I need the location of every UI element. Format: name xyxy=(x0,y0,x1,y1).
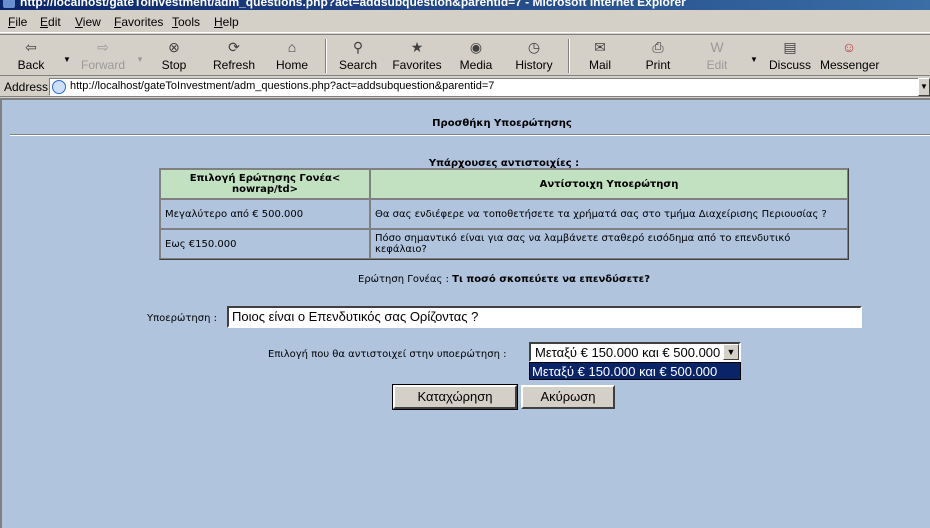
forward-arrow-icon: ⇨ xyxy=(97,39,109,55)
menu-favorites[interactable]: Favorites xyxy=(114,15,163,29)
option-selected-value: Μεταξύ € 150.000 και € 500.000 xyxy=(535,345,721,360)
mail-button[interactable]: ✉ Mail xyxy=(580,37,620,75)
discuss-icon: ▤ xyxy=(783,39,797,55)
edit-button[interactable]: W Edit xyxy=(698,37,736,75)
parent-question-text: Τι ποσό σκοπεύετε να επενδύσετε? xyxy=(452,274,650,285)
back-dropdown-icon[interactable]: ▼ xyxy=(63,55,71,64)
page-icon xyxy=(52,80,66,94)
favorites-icon: ★ xyxy=(410,39,424,55)
page-content: Προσθήκη Υποερώτησης Υπάρχουσες αντιστοι… xyxy=(0,98,930,528)
subquestion-label: Υποερώτηση : xyxy=(147,313,217,324)
ie-icon xyxy=(3,0,15,8)
edit-dropdown-icon[interactable]: ▼ xyxy=(750,55,758,64)
stop-button[interactable]: ⊗ Stop xyxy=(152,37,196,75)
mail-icon: ✉ xyxy=(594,39,606,55)
printer-icon: ⎙ xyxy=(652,39,664,55)
column-header-parent-choice: Επιλογή Ερώτησης Γονέα< nowrap/td> xyxy=(160,169,370,199)
table-header-row: Επιλογή Ερώτησης Γονέα< nowrap/td> Αντίσ… xyxy=(160,169,848,199)
menu-help[interactable]: Help xyxy=(214,15,239,29)
toolbar-separator xyxy=(568,39,570,73)
media-icon: ◉ xyxy=(469,39,483,55)
table-cell: Πόσο σημαντικό είναι για σας να λαμβάνετ… xyxy=(370,229,848,259)
column-header-subquestion: Αντίστοιχη Υποερώτηση xyxy=(370,169,848,199)
refresh-button[interactable]: ⟳ Refresh xyxy=(210,37,258,75)
mappings-table: Επιλογή Ερώτησης Γονέα< nowrap/td> Αντίσ… xyxy=(159,168,849,260)
menu-tools[interactable]: Tools xyxy=(172,15,200,29)
standard-toolbar: ⇦ Back ▼ ⇨ Forward ▼ ⊗ Stop ⟳ Refresh ⌂ … xyxy=(0,34,930,76)
home-button[interactable]: ⌂ Home xyxy=(272,37,312,75)
messenger-icon: ☺ xyxy=(841,39,857,55)
page-title: Προσθήκη Υποερώτησης xyxy=(432,118,572,129)
table-cell: Εως €150.000 xyxy=(160,229,370,259)
home-icon: ⌂ xyxy=(287,39,297,55)
option-label: Επιλογή που θα αντιστοιχεί στην υποερώτη… xyxy=(268,349,507,360)
back-arrow-icon: ⇦ xyxy=(25,39,37,55)
history-icon: ◷ xyxy=(527,39,541,55)
menu-file[interactable]: File xyxy=(8,15,27,29)
menu-bar: File Edit View Favorites Tools Help xyxy=(0,11,930,33)
media-button[interactable]: ◉ Media xyxy=(456,37,496,75)
option-dropdown-list: Μεταξύ € 150.000 και € 500.000 xyxy=(529,362,741,380)
history-button[interactable]: ◷ History xyxy=(511,37,557,75)
table-row: Μεγαλύτερο από € 500.000 Θα σας ενδιέφερ… xyxy=(160,199,848,229)
cancel-button[interactable]: Ακύρωση xyxy=(521,385,615,409)
print-button[interactable]: ⎙ Print xyxy=(638,37,678,75)
parent-question-line: Ερώτηση Γονέας : Τι ποσό σκοπεύετε να επ… xyxy=(2,274,930,285)
search-button[interactable]: ⚲ Search xyxy=(336,37,380,75)
divider xyxy=(10,134,930,136)
address-dropdown-icon[interactable]: ▼ xyxy=(918,78,930,96)
address-input[interactable]: http://localhost/gateToInvestment/adm_qu… xyxy=(49,78,919,96)
menu-view[interactable]: View xyxy=(75,15,101,29)
search-icon: ⚲ xyxy=(352,39,364,55)
table-row: Εως €150.000 Πόσο σημαντικό είναι για σα… xyxy=(160,229,848,259)
menu-edit[interactable]: Edit xyxy=(40,15,61,29)
table-cell: Θα σας ενδιέφερε να τοποθετήσετε τα χρήμ… xyxy=(370,199,848,229)
discuss-button[interactable]: ▤ Discuss xyxy=(768,37,812,75)
address-url: http://localhost/gateToInvestment/adm_qu… xyxy=(70,80,495,92)
forward-dropdown-icon[interactable]: ▼ xyxy=(136,55,144,64)
chevron-down-icon[interactable]: ▼ xyxy=(723,344,739,360)
window-title: http://localhost/gateToInvestment/adm_qu… xyxy=(20,0,686,9)
favorites-button[interactable]: ★ Favorites xyxy=(390,37,444,75)
stop-icon: ⊗ xyxy=(168,39,180,55)
forward-button[interactable]: ⇨ Forward xyxy=(78,37,128,75)
table-cell: Μεγαλύτερο από € 500.000 xyxy=(160,199,370,229)
option-dropdown-item[interactable]: Μεταξύ € 150.000 και € 500.000 xyxy=(532,364,717,379)
option-select[interactable]: Μεταξύ € 150.000 και € 500.000 ▼ xyxy=(529,342,741,362)
submit-button[interactable]: Καταχώρηση xyxy=(392,384,518,410)
refresh-icon: ⟳ xyxy=(228,39,240,55)
parent-question-label: Ερώτηση Γονέας : xyxy=(358,274,449,285)
address-bar: Address http://localhost/gateToInvestmen… xyxy=(0,77,930,97)
messenger-button[interactable]: ☺ Messenger xyxy=(820,37,879,75)
window-titlebar: http://localhost/gateToInvestment/adm_qu… xyxy=(0,0,930,10)
edit-icon: W xyxy=(710,39,724,55)
toolbar-separator xyxy=(325,39,327,73)
back-button[interactable]: ⇦ Back xyxy=(8,37,54,75)
address-label: Address xyxy=(4,80,49,94)
subquestion-input[interactable]: Ποιος είναι ο Επενδυτικός σας Ορίζοντας … xyxy=(227,306,862,328)
